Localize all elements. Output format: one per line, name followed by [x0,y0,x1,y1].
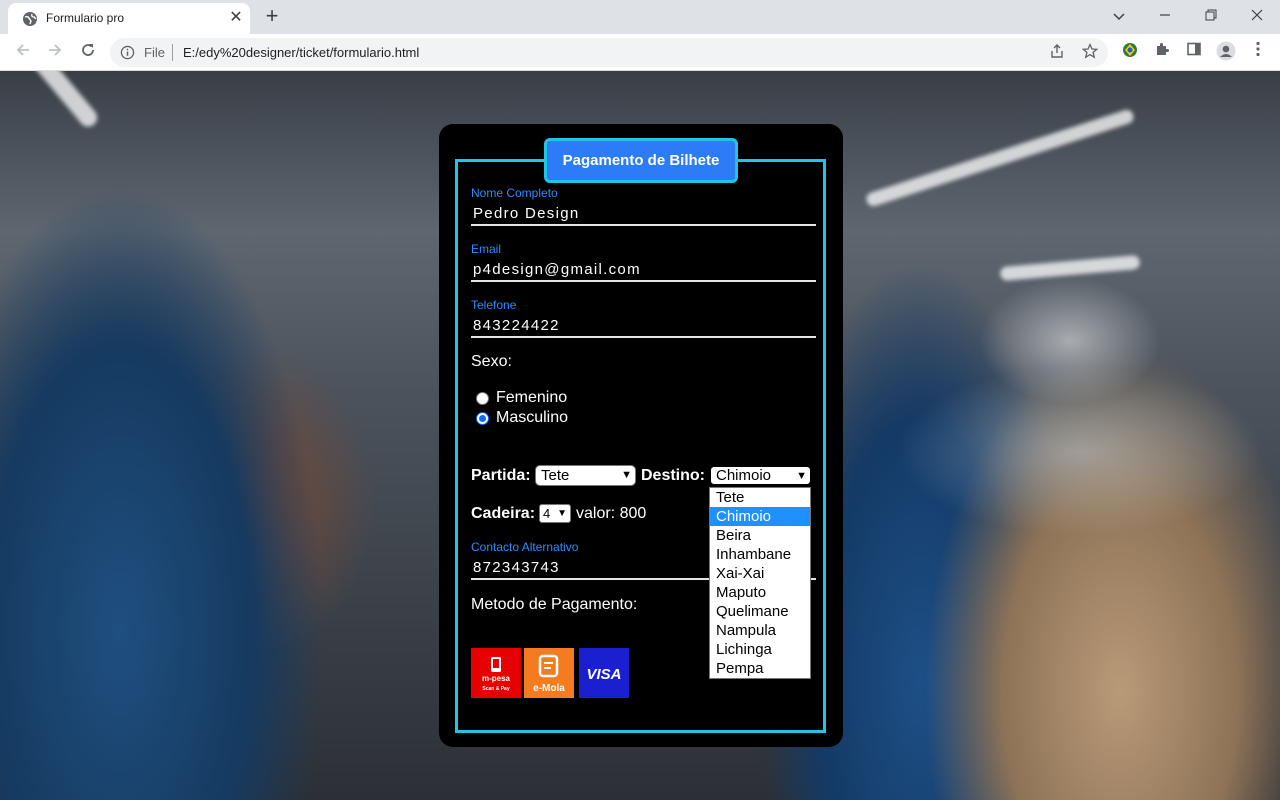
cadeira-label: Cadeira: [471,505,536,522]
page-background: Pagamento de Bilhete Nome Completo Pedro… [0,71,1280,800]
radio-masculino-label[interactable]: Masculino [496,409,568,427]
ceiling-light [864,108,1136,208]
side-panel-icon[interactable] [1183,41,1205,63]
dropdown-option[interactable]: Inhambane [710,545,810,564]
radio-masculino[interactable] [476,412,489,425]
nome-input[interactable]: Pedro Design [471,204,816,226]
visa-logo-name: VISA [586,666,621,683]
close-window-icon[interactable] [1242,4,1272,28]
metodo-label: Metodo de Pagamento: [471,596,638,613]
minimize-icon[interactable] [1150,4,1180,28]
contacto-label: Contacto Alternativo [471,540,579,554]
mpesa-logo-subtitle: Scan & Pay [482,686,509,692]
browser-menu-icon[interactable] [1247,41,1269,63]
dropdown-option[interactable]: Pempa [710,659,810,678]
chevron-down-icon: ▼ [621,469,632,481]
dropdown-option[interactable]: Lichinga [710,640,810,659]
radio-femenino[interactable] [476,392,489,405]
restore-icon[interactable] [1196,4,1226,28]
cadeira-select[interactable]: 4 ▼ [539,504,571,523]
partida-select-value: Tete [541,467,570,484]
dropdown-option[interactable]: Beira [710,526,810,545]
dropdown-option[interactable]: Xai-Xai [710,564,810,583]
dropdown-option-selected[interactable]: Chimoio [710,507,810,526]
destino-select-value: Chimoio [716,467,772,484]
cadeira-select-value: 4 [543,506,551,521]
extensions-puzzle-icon[interactable] [1151,41,1173,63]
browser-tab-bar: Formulario pro ✕ + [0,0,1280,34]
mpesa-logo-name: m-pesa [482,674,511,683]
share-icon[interactable] [1047,43,1067,63]
info-icon[interactable] [120,45,135,60]
visa-logo[interactable]: VISA [579,648,629,698]
mpesa-logo[interactable]: m-pesa Scan & Pay [471,648,521,698]
tab-close-icon[interactable]: ✕ [226,8,246,28]
forward-arrow-icon[interactable] [42,39,68,65]
destino-label: Destino: [641,467,705,484]
ceiling-light [29,71,101,131]
back-arrow-icon[interactable] [10,39,36,65]
address-bar[interactable]: File E:/edy%20designer/ticket/formulario… [110,38,1108,67]
bookmark-star-icon[interactable] [1080,42,1100,63]
ceiling-light [999,254,1141,282]
dropdown-option[interactable]: Tete [710,488,810,507]
browser-toolbar: File E:/edy%20designer/ticket/formulario… [0,34,1280,71]
sexo-label: Sexo: [471,353,512,370]
tab-title: Formulario pro [46,11,125,25]
dropdown-option[interactable]: Nampula [710,621,810,640]
url-text[interactable]: E:/edy%20designer/ticket/formulario.html [183,45,419,60]
browser-tab[interactable]: Formulario pro ✕ [8,3,250,34]
destino-dropdown-list: Tete Chimoio Beira Inhambane Xai-Xai Map… [709,487,811,679]
form-title: Pagamento de Bilhete [544,138,738,183]
url-scheme-label: File [144,45,165,60]
tab-search-chevron-icon[interactable] [1104,4,1134,28]
telefone-label: Telefone [471,298,517,312]
valor-text: valor: 800 [576,505,647,522]
email-label: Email [471,242,502,256]
extension-colorful-icon[interactable] [1119,41,1141,63]
email-input[interactable]: p4design@gmail.com [471,260,816,282]
reload-icon[interactable] [75,39,101,65]
globe-icon [23,12,37,26]
chevron-down-icon: ▼ [557,508,567,519]
emola-logo[interactable]: e-Mola [524,648,574,698]
new-tab-button[interactable]: + [261,5,283,27]
telefone-input[interactable]: 843224422 [471,316,816,338]
profile-avatar-icon[interactable] [1215,41,1237,63]
url-separator [172,44,173,61]
radio-femenino-label[interactable]: Femenino [496,389,567,407]
nome-label: Nome Completo [471,186,558,200]
destino-select[interactable]: Chimoio ▼ [709,465,812,486]
partida-label: Partida: [471,467,531,484]
dropdown-option[interactable]: Maputo [710,583,810,602]
chevron-down-icon: ▼ [796,470,807,482]
dropdown-option[interactable]: Quelimane [710,602,810,621]
emola-logo-name: e-Mola [533,683,565,694]
partida-select[interactable]: Tete ▼ [535,465,636,486]
